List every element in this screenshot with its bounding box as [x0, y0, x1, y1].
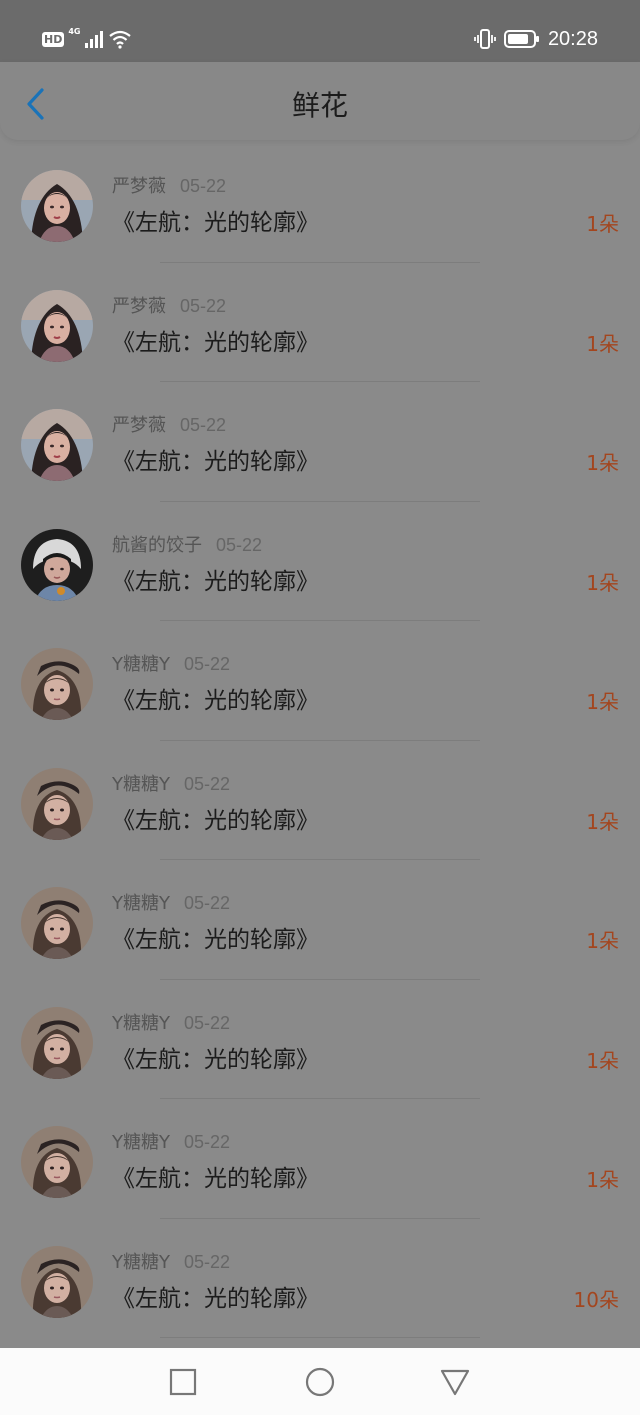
- date: 05-22: [184, 893, 231, 913]
- work-title[interactable]: 《左航：光的轮廓》: [112, 1283, 319, 1315]
- work-title[interactable]: 《左航：光的轮廓》: [112, 207, 319, 239]
- date: 05-22: [180, 415, 227, 435]
- work-title[interactable]: 《左航：光的轮廓》: [112, 327, 319, 359]
- username: Y糖糖Y 05-22: [112, 1011, 230, 1036]
- status-bar: HD 4G 20:28: [0, 0, 640, 62]
- wifi-icon: [109, 30, 132, 49]
- user-name: Y糖糖Y: [112, 1132, 170, 1153]
- work-title[interactable]: 《左航：光的轮廓》: [112, 566, 319, 598]
- username: 航酱的饺子 05-22: [112, 533, 262, 558]
- status-left: HD 4G: [42, 26, 132, 52]
- work-title[interactable]: 《左航：光的轮廓》: [112, 805, 319, 837]
- username: Y糖糖Y 05-22: [112, 1130, 230, 1155]
- hd-badge: HD: [42, 31, 65, 47]
- avatar[interactable]: [21, 648, 93, 720]
- back-triangle-icon[interactable]: [440, 1367, 470, 1397]
- date: 05-22: [184, 1132, 231, 1152]
- avatar[interactable]: [21, 409, 93, 481]
- list-item[interactable]: Y糖糖Y 05-22 《左航：光的轮廓》 10朵: [0, 1219, 640, 1338]
- date: 05-22: [216, 534, 263, 555]
- username: Y糖糖Y 05-22: [112, 652, 230, 677]
- list-item[interactable]: Y糖糖Y 05-22 《左航：光的轮廓》 1朵: [0, 741, 640, 860]
- username: Y糖糖Y 05-22: [112, 772, 230, 797]
- flower-amount: 1朵: [586, 929, 619, 953]
- flower-amount: 1朵: [586, 690, 619, 714]
- clock: 20:28: [547, 27, 598, 50]
- work-title[interactable]: 《左航：光的轮廓》: [112, 924, 319, 956]
- username: Y糖糖Y 05-22: [112, 891, 230, 916]
- user-name: 严梦薇: [112, 415, 166, 436]
- flower-amount: 1朵: [586, 1168, 619, 1192]
- user-name: Y糖糖Y: [112, 893, 170, 914]
- page-title: 鲜花: [291, 89, 348, 122]
- date: 05-22: [180, 176, 227, 196]
- flower-amount: 10朵: [573, 1287, 619, 1312]
- date: 05-22: [184, 654, 231, 674]
- work-title[interactable]: 《左航：光的轮廓》: [112, 1163, 319, 1195]
- username: 严梦薇 05-22: [112, 174, 226, 199]
- list-item[interactable]: Y糖糖Y 05-22 《左航：光的轮廓》 1朵: [0, 980, 640, 1099]
- work-title[interactable]: 《左航：光的轮廓》: [112, 446, 319, 478]
- flower-amount: 1朵: [586, 1048, 619, 1073]
- username: 严梦薇 05-22: [112, 294, 226, 319]
- avatar[interactable]: [21, 887, 93, 959]
- header-bar: 鲜花: [0, 62, 640, 140]
- username: Y糖糖Y 05-22: [112, 1250, 230, 1275]
- avatar[interactable]: [21, 1126, 93, 1198]
- avatar[interactable]: [21, 170, 93, 242]
- home-icon[interactable]: [305, 1367, 335, 1397]
- work-title[interactable]: 《左航：光的轮廓》: [112, 685, 319, 717]
- user-name: Y糖糖Y: [112, 654, 170, 675]
- avatar[interactable]: [21, 528, 93, 601]
- date: 05-22: [184, 1251, 231, 1272]
- divider: [160, 1337, 480, 1338]
- date: 05-22: [184, 1012, 231, 1033]
- status-right: 20:28: [474, 26, 598, 52]
- list-item[interactable]: 严梦薇 05-22 《左航：光的轮廓》 1朵: [0, 143, 640, 263]
- flower-amount: 1朵: [586, 212, 619, 236]
- flower-amount: 1朵: [586, 451, 619, 475]
- date: 05-22: [180, 295, 227, 316]
- user-name: 严梦薇: [112, 295, 166, 317]
- work-title[interactable]: 《左航：光的轮廓》: [112, 1044, 319, 1076]
- list-item[interactable]: 严梦薇 05-22 《左航：光的轮廓》 1朵: [0, 263, 640, 382]
- network-label: 4G: [68, 26, 81, 36]
- avatar[interactable]: [21, 1245, 93, 1318]
- recent-apps-icon[interactable]: [168, 1367, 198, 1397]
- user-name: Y糖糖Y: [112, 773, 170, 795]
- list-item[interactable]: 严梦薇 05-22 《左航：光的轮廓》 1朵: [0, 382, 640, 502]
- signal-icon: [85, 31, 104, 48]
- username: 严梦薇 05-22: [112, 413, 226, 438]
- flower-list[interactable]: 严梦薇 05-22 《左航：光的轮廓》 1朵 严梦薇 05-22 《左航：光的轮廓》…: [0, 143, 640, 1338]
- user-name: Y糖糖Y: [112, 1251, 170, 1273]
- system-nav-bar: [0, 1348, 640, 1415]
- user-name: 航酱的饺子: [112, 534, 202, 556]
- flower-amount: 1朵: [586, 570, 619, 595]
- list-item[interactable]: 航酱的饺子 05-22 《左航：光的轮廓》 1朵: [0, 502, 640, 621]
- user-name: Y糖糖Y: [112, 1012, 170, 1034]
- flower-amount: 1朵: [586, 331, 619, 356]
- list-item[interactable]: Y糖糖Y 05-22 《左航：光的轮廓》 1朵: [0, 860, 640, 980]
- user-name: 严梦薇: [112, 176, 166, 197]
- date: 05-22: [184, 773, 231, 794]
- list-item[interactable]: Y糖糖Y 05-22 《左航：光的轮廓》 1朵: [0, 1099, 640, 1219]
- battery-icon: [503, 30, 539, 48]
- flower-amount: 1朵: [586, 809, 619, 834]
- list-item[interactable]: Y糖糖Y 05-22 《左航：光的轮廓》 1朵: [0, 621, 640, 741]
- avatar[interactable]: [21, 1006, 93, 1079]
- vibrate-icon: [474, 29, 496, 49]
- avatar[interactable]: [21, 767, 93, 840]
- avatar[interactable]: [21, 289, 93, 362]
